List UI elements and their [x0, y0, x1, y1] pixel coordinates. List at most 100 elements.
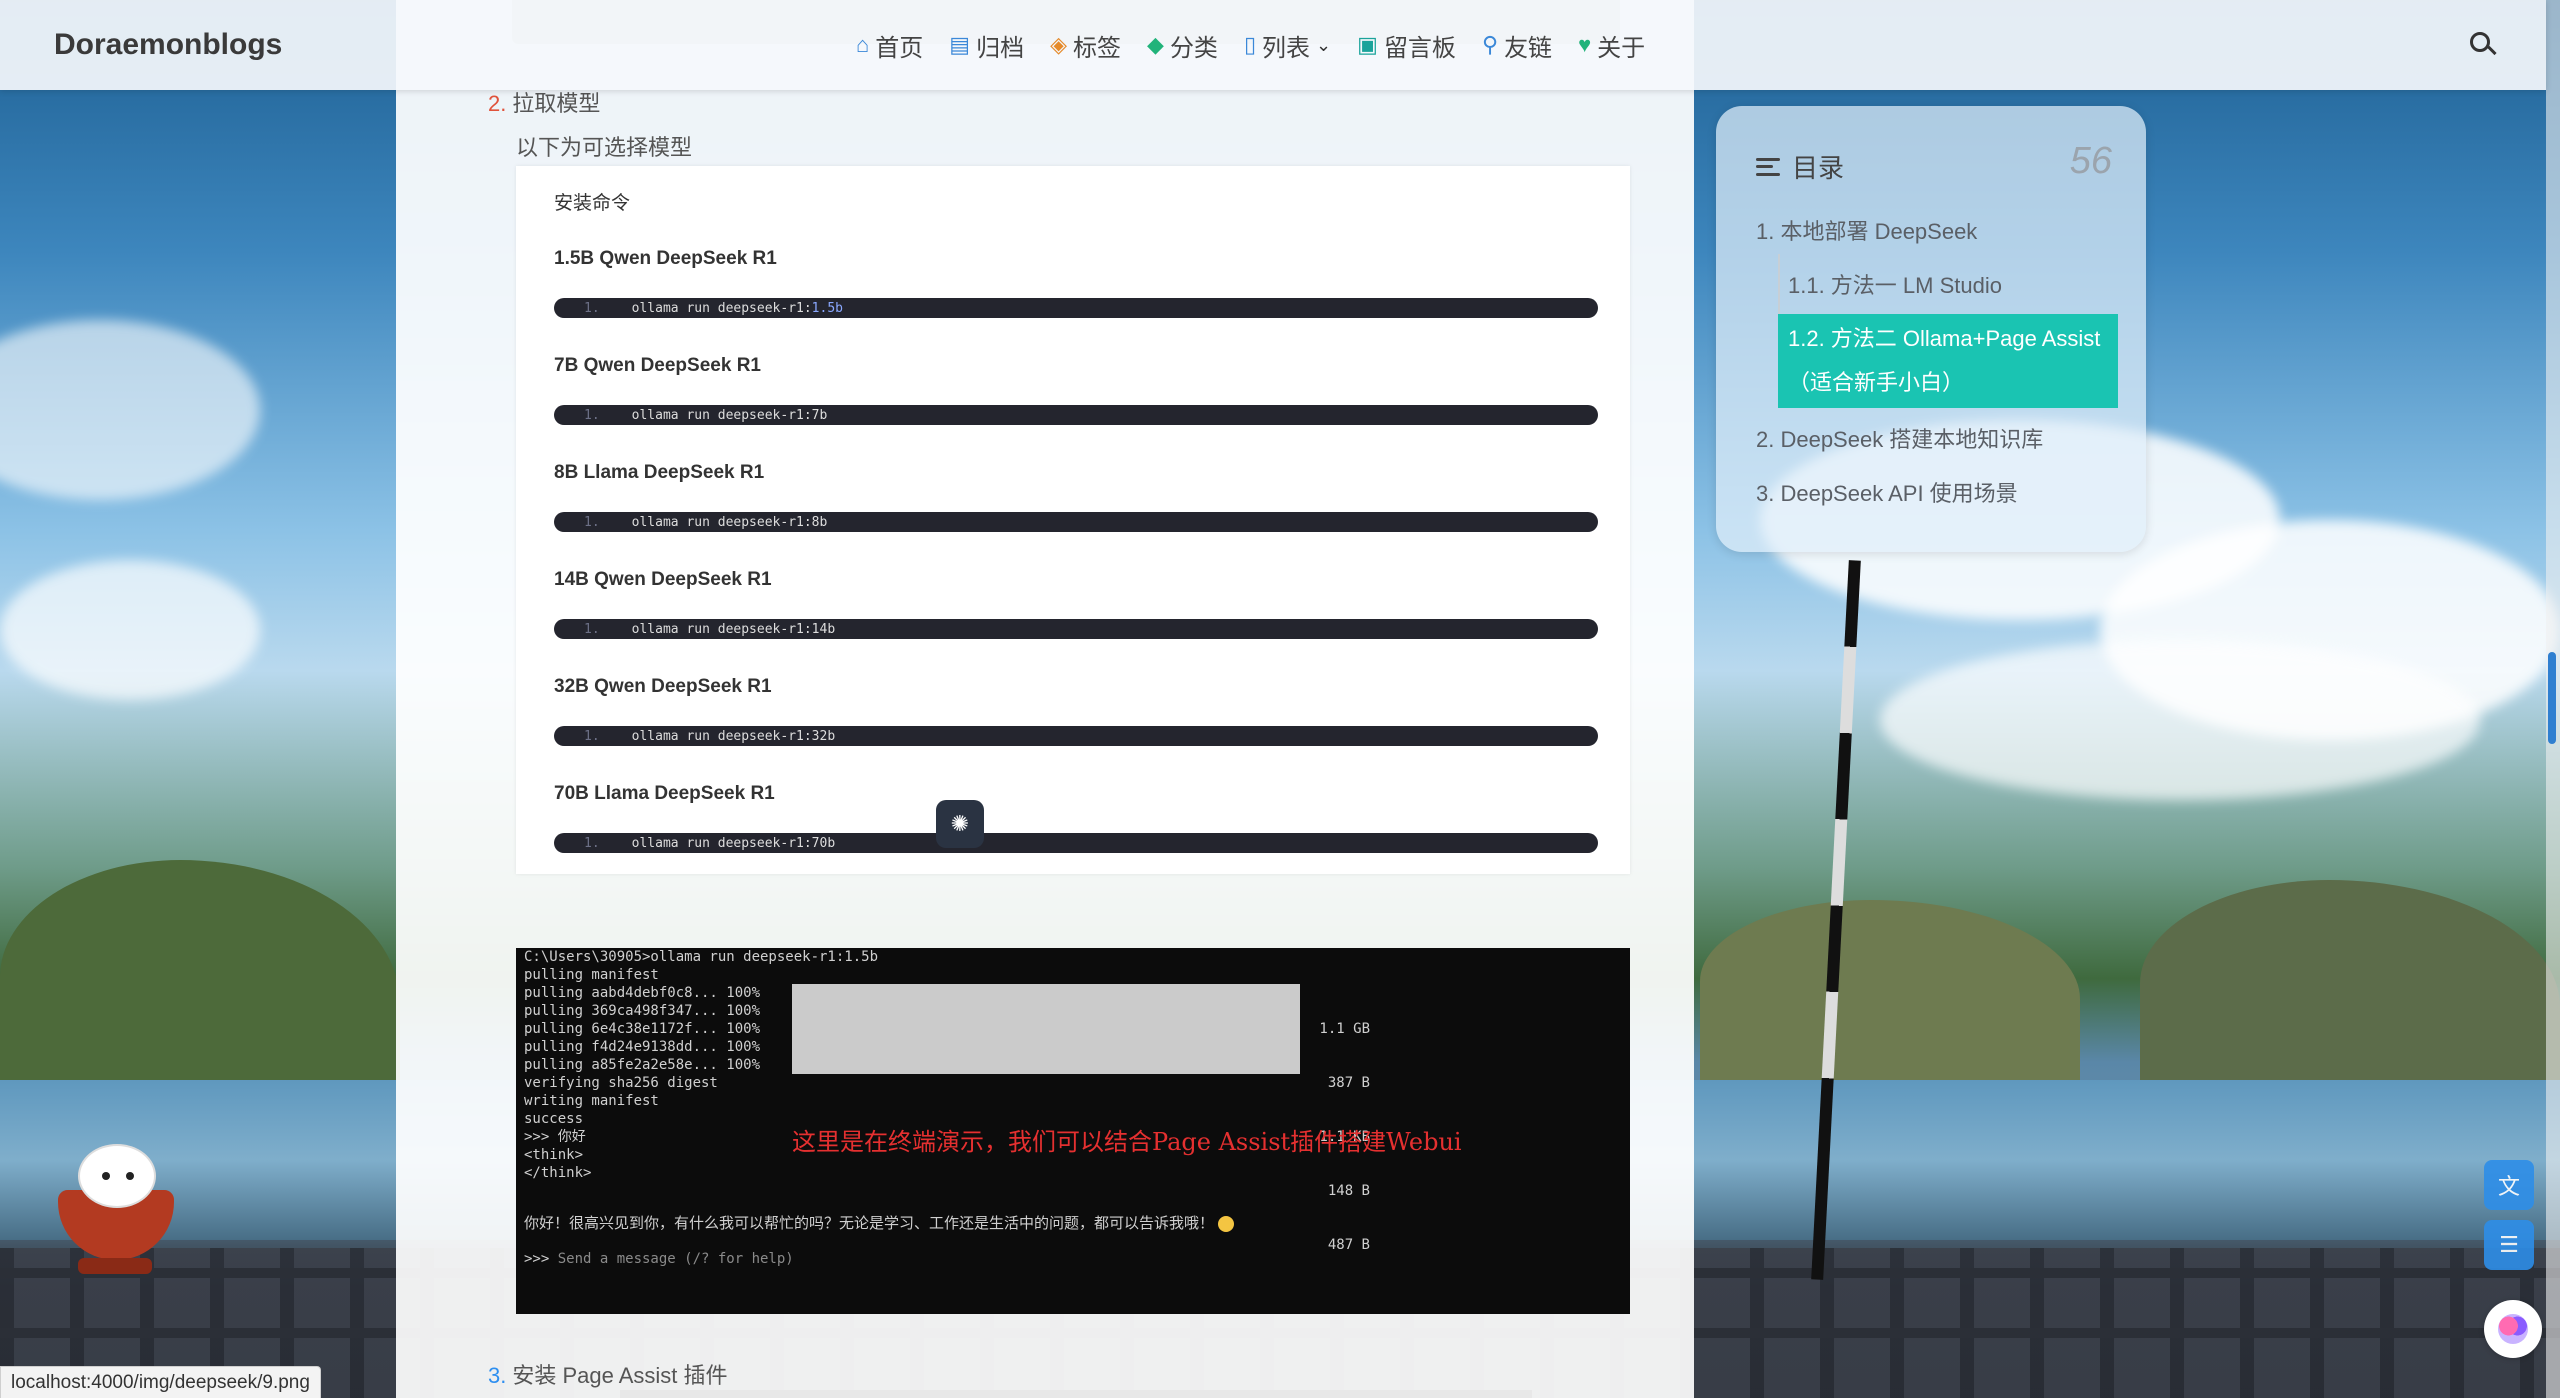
step-number: 2. [488, 91, 507, 116]
terminal-annotation: 这里是在终端演示，我们可以结合Page Assist插件搭建Webui [792, 1128, 1462, 1156]
translate-icon: 文 [2497, 1174, 2520, 1199]
line-number: 1. [584, 407, 600, 423]
model-entry: 14B Qwen DeepSeek R1 1. ollama run deeps… [554, 569, 1598, 639]
nav-categories-label: 分类 [1169, 34, 1218, 62]
chat-button[interactable]: ☰ [2484, 1220, 2534, 1270]
nav-about-label: 关于 [1597, 34, 1646, 62]
status-bar-url: localhost:4000/img/deepseek/9.png [0, 1366, 321, 1398]
nav-about[interactable]: ♥ 关于 [1578, 28, 1645, 63]
ai-assistant-icon[interactable]: ✺ [936, 800, 984, 848]
command-text: ollama run deepseek-r1:7b [631, 407, 828, 423]
nav-message-board[interactable]: ▣ 留言板 [1357, 28, 1456, 63]
line-number: 1. [584, 835, 600, 851]
scrollbar-thumb[interactable] [2548, 652, 2556, 744]
nav-categories[interactable]: ◆ 分类 [1147, 28, 1218, 63]
nav-list-label: 列表 [1262, 34, 1311, 62]
mascot-dog-in-bowl[interactable] [52, 1140, 180, 1280]
model-title: 70B Llama DeepSeek R1 [554, 783, 775, 804]
nav-archive-label: 归档 [976, 34, 1025, 62]
translate-button[interactable]: 文 [2484, 1160, 2534, 1210]
nav-home[interactable]: ⌂ 首页 [856, 28, 923, 63]
terminal-prompt: >>> Send a message (/? for help) [524, 1250, 794, 1268]
prompt-marker: >>> [524, 1251, 558, 1267]
command-code-block: 1. ollama run deepseek-r1:32b [554, 726, 1598, 746]
nav-tags-label: 标签 [1073, 34, 1122, 62]
line-number: 1. [584, 728, 600, 744]
command-text: ollama run deepseek-r1:8b [631, 514, 828, 530]
model-entry: 1.5B Qwen DeepSeek R1 1. ollama run deep… [554, 248, 1598, 318]
main-nav: ⌂ 首页 ▤ 归档 ◈ 标签 ◆ 分类 ▯ 列表 ⌄ ▣ 留言板 ⚲ 友链 ♥ [856, 28, 1645, 63]
model-entry: 70B Llama DeepSeek R1 1. ollama run deep… [554, 783, 1598, 853]
toc-progress-count: 56 [2069, 140, 2112, 182]
size-value: 387 B [1327, 1075, 1370, 1091]
home-icon: ⌂ [856, 32, 870, 57]
step-2-subtitle: 以下为可选择模型 [516, 135, 693, 160]
command-text: ollama run deepseek-r1: [631, 300, 812, 316]
chevron-down-icon: ⌄ [1316, 34, 1332, 55]
model-entry: 32B Qwen DeepSeek R1 1. ollama run deeps… [554, 676, 1598, 746]
nav-tags[interactable]: ◈ 标签 [1050, 28, 1121, 63]
toc-header: 目录 [1756, 148, 1844, 185]
terminal-line: </think> [524, 1165, 592, 1181]
command-text: ollama run deepseek-r1:32b [631, 728, 836, 744]
nav-friend-links-label: 友链 [1504, 34, 1553, 62]
size-value: 1.1 GB [1319, 1021, 1370, 1037]
command-code-block: 1. ollama run deepseek-r1:70b [554, 833, 1598, 853]
step-label: 安装 Page Assist 插件 [512, 1363, 728, 1388]
toc-item-1-2-active[interactable]: 1.2. 方法二 Ollama+Page Assist（适合新手小白） [1778, 314, 2118, 408]
top-navbar: Doraemonblogs ⌂ 首页 ▤ 归档 ◈ 标签 ◆ 分类 ▯ 列表 ⌄… [0, 0, 2546, 90]
nav-list[interactable]: ▯ 列表 ⌄ [1244, 28, 1331, 63]
toc-item-3[interactable]: 3. DeepSeek API 使用场景 [1756, 476, 2018, 508]
terminal-line: pulling manifest [524, 967, 659, 983]
model-title: 7B Qwen DeepSeek R1 [554, 355, 761, 376]
command-text: ollama run deepseek-r1:14b [631, 621, 836, 637]
nav-message-board-label: 留言板 [1383, 34, 1456, 62]
nav-home-label: 首页 [875, 34, 924, 62]
nav-friend-links[interactable]: ⚲ 友链 [1482, 28, 1552, 63]
terminal-line: writing manifest [524, 1093, 659, 1109]
menu-lines-icon [1756, 157, 1780, 176]
link-icon: ⚲ [1481, 32, 1499, 57]
toc-title: 目录 [1792, 153, 1845, 183]
model-entry: 8B Llama DeepSeek R1 1. ollama run deeps… [554, 462, 1598, 532]
command-text: ollama run deepseek-r1:70b [631, 835, 836, 851]
terminal-line: verifying sha256 digest [524, 1075, 718, 1091]
model-entry: 7B Qwen DeepSeek R1 1. ollama run deepse… [554, 355, 1598, 425]
command-code-block: 1. ollama run deepseek-r1:8b [554, 512, 1598, 532]
step-3-heading: 3. 安装 Page Assist 插件 [488, 1358, 728, 1390]
terminal-line: C:\Users\30905>ollama run deepseek-r1:1.… [524, 949, 879, 965]
model-title: 32B Qwen DeepSeek R1 [554, 676, 772, 697]
nav-archive[interactable]: ▤ 归档 [949, 28, 1024, 63]
command-code-block: 1. ollama run deepseek-r1:14b [554, 619, 1598, 639]
model-title: 8B Llama DeepSeek R1 [554, 462, 765, 483]
category-icon: ◆ [1147, 32, 1164, 57]
heart-icon: ♥ [1578, 32, 1592, 57]
line-number: 1. [584, 514, 600, 530]
message-board-icon: ▣ [1357, 32, 1378, 57]
terminal-screenshot: C:\Users\30905>ollama run deepseek-r1:1.… [516, 948, 1630, 1314]
list-icon: ▯ [1243, 32, 1257, 57]
command-tag: 1.5b [811, 300, 843, 316]
prompt-placeholder: Send a message (/? for help) [557, 1251, 794, 1267]
models-heading: 安装命令 [554, 193, 631, 214]
archive-icon: ▤ [949, 32, 971, 57]
reply-text: 你好！很高兴见到你，有什么我可以帮忙的吗？无论是学习、工作还是生活中的问题，都可… [524, 1214, 1215, 1232]
model-list-image: 安装命令 1.5B Qwen DeepSeek R1 1. ollama run… [516, 166, 1630, 874]
line-number: 1. [584, 621, 600, 637]
search-button[interactable] [2468, 30, 2498, 60]
command-code-block: 1. ollama run deepseek-r1:7b [554, 405, 1598, 425]
next-image-edge [620, 1390, 1532, 1398]
model-reply: 你好！很高兴见到你，有什么我可以帮忙的吗？无论是学习、工作还是生活中的问题，都可… [524, 1214, 1235, 1232]
model-title: 14B Qwen DeepSeek R1 [554, 569, 772, 590]
ai-brain-button[interactable] [2484, 1300, 2542, 1358]
model-title: 1.5B Qwen DeepSeek R1 [554, 248, 777, 269]
step-2-heading: 2. 拉取模型 [488, 86, 600, 118]
step-label: 拉取模型 [512, 91, 601, 116]
toc-item-1-1[interactable]: 1.1. 方法一 LM Studio [1788, 268, 2002, 300]
toc-item-2[interactable]: 2. DeepSeek 搭建本地知识库 [1756, 422, 2043, 454]
site-brand[interactable]: Doraemonblogs [54, 28, 282, 62]
toc-item-1[interactable]: 1. 本地部署 DeepSeek [1756, 214, 1977, 246]
brain-icon [2498, 1314, 2528, 1344]
size-value: 148 B [1327, 1183, 1370, 1199]
tag-icon: ◈ [1050, 32, 1068, 57]
